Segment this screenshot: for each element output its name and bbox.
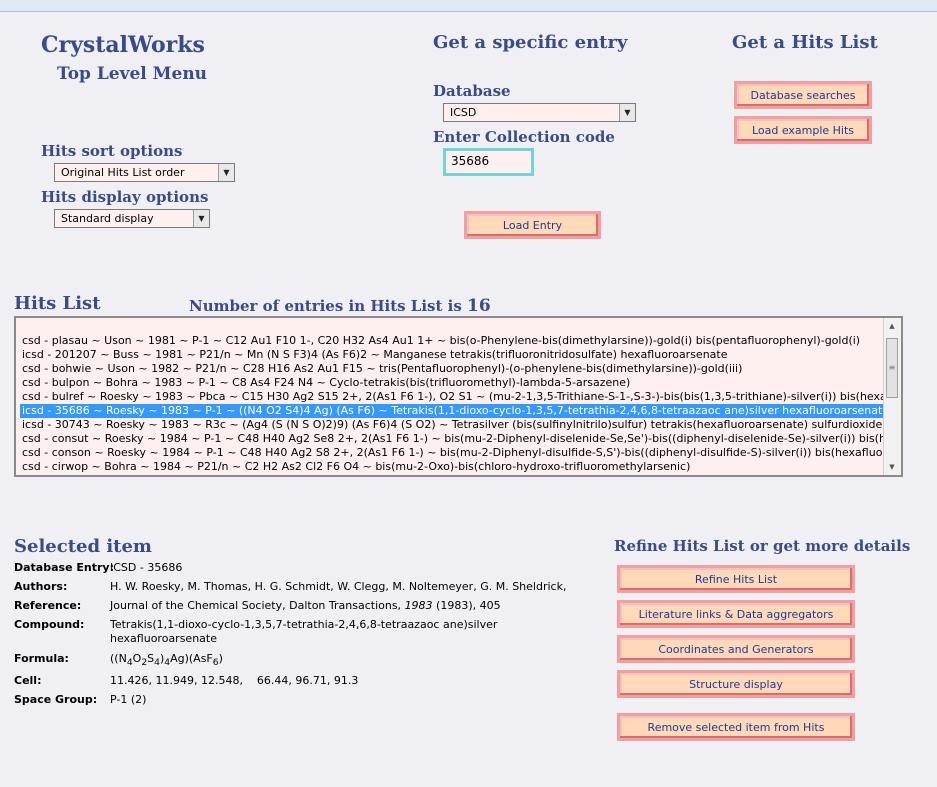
hits-count-text: Number of entries in Hits List is 16 <box>189 296 491 316</box>
reference-journal: Journal of the Chemical Society, Dalton … <box>110 599 405 612</box>
cell-value: 11.426, 11.949, 12.548, 66.44, 96.71, 91… <box>110 674 359 687</box>
formula-part: O <box>132 652 142 665</box>
hits-listbox[interactable]: csd - plasau ~ Uson ~ 1981 ~ P-1 ~ C12 A… <box>14 316 903 477</box>
formula-value: ((N4O2S4)4Ag)(AsF6) <box>110 652 223 670</box>
list-item[interactable]: csd - consut ~ Roesky ~ 1984 ~ P-1 ~ C48… <box>20 432 886 446</box>
space-group-value: P-1 (2) <box>110 693 147 706</box>
list-item[interactable]: csd - plasau ~ Uson ~ 1981 ~ P-1 ~ C12 A… <box>20 334 886 348</box>
refine-hits-list-button[interactable]: Refine Hits List <box>617 565 855 593</box>
reference-rest: (1983), 405 <box>432 599 501 612</box>
specific-entry-title: Get a specific entry <box>433 32 628 53</box>
collection-code-label: Enter Collection code <box>433 128 615 146</box>
load-entry-button[interactable]: Load Entry <box>464 211 601 239</box>
compound-line-2: hexafluoroarsenate <box>110 632 217 645</box>
database-select-value: ICSD <box>450 106 477 119</box>
reference-year: 1983 <box>404 599 433 612</box>
selected-item-title: Selected item <box>14 536 152 557</box>
sort-options-label: Hits sort options <box>41 142 183 160</box>
refine-panel-title: Refine Hits List or get more details <box>614 537 911 555</box>
database-entry-label: Database Entry: <box>14 561 114 574</box>
remove-selected-item-button[interactable]: Remove selected item from Hits <box>617 713 855 741</box>
compound-line-1: Tetrakis(1,1-dioxo-cyclo-1,3,5,7-tetrath… <box>110 618 498 631</box>
list-item[interactable]: csd - bohwie ~ Uson ~ 1982 ~ P21/n ~ C28… <box>20 362 886 376</box>
reference-value: Journal of the Chemical Society, Dalton … <box>110 599 501 613</box>
chevron-down-icon[interactable]: ▼ <box>193 210 209 227</box>
hits-list-title: Hits List <box>14 293 101 314</box>
chevron-down-icon[interactable]: ▼ <box>619 104 635 121</box>
reference-label: Reference: <box>14 599 82 612</box>
hits-count-label: Number of entries in Hits List is <box>189 297 462 315</box>
hits-list-panel-title: Get a Hits List <box>732 32 878 53</box>
hits-rows: csd - plasau ~ Uson ~ 1981 ~ P-1 ~ C12 A… <box>20 334 886 474</box>
collection-code-input[interactable]: 35686 <box>443 148 534 176</box>
app-title: CrystalWorks <box>41 32 205 58</box>
top-bar <box>0 0 937 12</box>
load-example-hits-button[interactable]: Load example Hits <box>734 116 872 144</box>
sort-options-value: Original Hits List order <box>61 166 185 179</box>
scroll-thumb[interactable]: ≡ <box>886 338 898 398</box>
hits-count-value: 16 <box>467 296 491 316</box>
list-item[interactable]: icsd - 35686 ~ Roesky ~ 1983 ~ P-1 ~ ((N… <box>20 404 886 418</box>
display-options-select[interactable]: Standard display ▼ <box>54 209 210 228</box>
list-item[interactable]: csd - cirwop ~ Bohra ~ 1984 ~ P21/n ~ C2… <box>20 460 886 474</box>
hits-scrollbar[interactable]: ▲ ≡ ▼ <box>883 318 901 475</box>
list-item[interactable]: icsd - 30743 ~ Roesky ~ 1983 ~ R3c ~ (Ag… <box>20 418 886 432</box>
authors-label: Authors: <box>14 580 68 593</box>
formula-part: ) <box>218 652 223 665</box>
display-options-value: Standard display <box>61 212 154 225</box>
formula-part: ((N <box>110 652 127 665</box>
literature-links-button[interactable]: Literature links & Data aggregators <box>617 600 855 628</box>
authors-value: H. W. Roesky, M. Thomas, H. G. Schmidt, … <box>110 580 567 593</box>
list-item[interactable]: icsd - 201207 ~ Buss ~ 1981 ~ P21/n ~ Mn… <box>20 348 886 362</box>
chevron-down-icon[interactable]: ▼ <box>218 164 234 181</box>
display-options-label: Hits display options <box>41 188 209 206</box>
list-item[interactable]: csd - conson ~ Roesky ~ 1984 ~ P-1 ~ C48… <box>20 446 886 460</box>
database-entry-value: ICSD - 35686 <box>110 561 183 574</box>
database-label: Database <box>433 82 511 100</box>
page-subtitle: Top Level Menu <box>57 64 208 84</box>
scroll-down-icon[interactable]: ▼ <box>884 459 900 475</box>
space-group-label: Space Group: <box>14 693 98 706</box>
sort-options-select[interactable]: Original Hits List order ▼ <box>54 163 235 182</box>
formula-label: Formula: <box>14 652 69 665</box>
database-select[interactable]: ICSD ▼ <box>443 103 636 122</box>
compound-value: Tetrakis(1,1-dioxo-cyclo-1,3,5,7-tetrath… <box>110 618 497 646</box>
coordinates-generators-button[interactable]: Coordinates and Generators <box>617 635 855 663</box>
list-item[interactable]: csd - bulpon ~ Bohra ~ 1983 ~ P-1 ~ C8 A… <box>20 376 886 390</box>
cell-label: Cell: <box>14 674 42 687</box>
database-searches-button[interactable]: Database searches <box>734 81 872 109</box>
formula-part: Ag)(AsF <box>170 652 213 665</box>
scroll-up-icon[interactable]: ▲ <box>884 318 900 334</box>
list-item[interactable]: csd - bulref ~ Roesky ~ 1983 ~ Pbca ~ C1… <box>20 390 886 404</box>
compound-label: Compound: <box>14 618 85 631</box>
structure-display-button[interactable]: Structure display <box>617 670 855 698</box>
